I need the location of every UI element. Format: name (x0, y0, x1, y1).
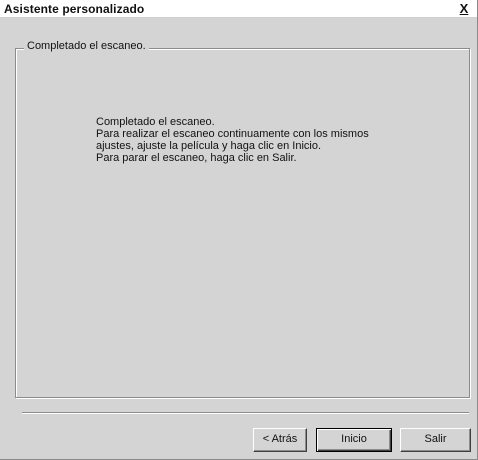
message-line: Para parar el escaneo, haga clic en Sali… (96, 152, 297, 164)
message-line: ajustes, ajuste la película y haga clic … (96, 140, 322, 152)
exit-button[interactable]: Salir (400, 428, 471, 452)
window-title: Asistente personalizado (4, 2, 145, 16)
start-button[interactable]: Inicio (316, 428, 392, 452)
status-message: Completado el escaneo. Para realizar el … (96, 116, 369, 164)
close-button[interactable]: X (457, 1, 471, 16)
group-box-label: Completado el escaneo. (24, 40, 149, 52)
back-button[interactable]: < Atrás (253, 428, 307, 452)
message-line: Completado el escaneo. (96, 116, 215, 128)
message-line: Para realizar el escaneo continuamente c… (96, 128, 369, 140)
button-separator (22, 412, 469, 414)
status-group-box (15, 48, 470, 398)
wizard-window: Asistente personalizado X Completado el … (0, 0, 478, 460)
title-bar[interactable]: Asistente personalizado X (0, 0, 477, 18)
